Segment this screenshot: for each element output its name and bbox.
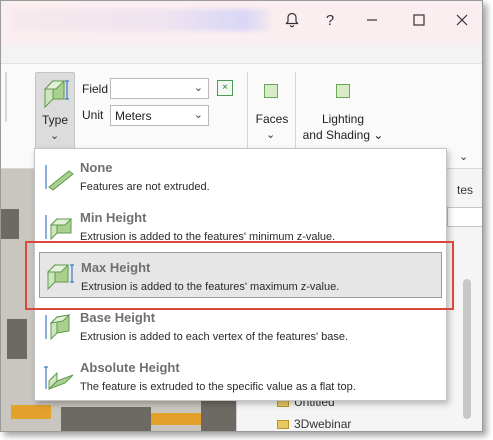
- chevron-down-icon: ⌄: [266, 129, 276, 141]
- pane-tab[interactable]: tes: [457, 183, 473, 197]
- extrusion-max-height-icon: [42, 77, 70, 114]
- unit-select[interactable]: Meters ⌄: [110, 105, 209, 126]
- menu-item-title: None: [80, 160, 113, 175]
- title-bar: ?: [1, 1, 482, 45]
- type-dropdown-button[interactable]: Type ⌄: [35, 72, 75, 150]
- menu-item-description: The feature is extruded to the specific …: [80, 381, 356, 393]
- minimize-icon[interactable]: [357, 7, 387, 33]
- extrusion-absolute-height-icon: [43, 361, 77, 393]
- maximize-icon[interactable]: [404, 7, 434, 33]
- menu-item-title: Absolute Height: [80, 360, 180, 375]
- chevron-down-icon: ⌄: [193, 109, 203, 121]
- menu-item-title: Min Height: [80, 210, 147, 225]
- lighting-and-shading-button[interactable]: Lighting and Shading ⌄: [301, 80, 385, 148]
- expression-builder-icon[interactable]: ×: [217, 80, 233, 96]
- extrusion-base-height-icon: [43, 311, 77, 343]
- highlight-box: [25, 241, 454, 310]
- help-button[interactable]: ?: [315, 7, 345, 33]
- menu-item-description: Extrusion is added to each vertex of the…: [80, 331, 349, 343]
- faces-label: Faces: [255, 112, 289, 126]
- extrusion-none-icon: [43, 161, 77, 193]
- field-select[interactable]: ⌄: [110, 78, 209, 99]
- ribbon-divider: [247, 72, 248, 152]
- close-icon[interactable]: [447, 7, 477, 33]
- pane-search[interactable]: [447, 207, 482, 227]
- unit-label: Unit: [82, 108, 104, 122]
- ribbon-divider: [5, 72, 7, 122]
- folder-icon: [277, 420, 289, 430]
- extrusion-min-height-icon: [43, 211, 77, 243]
- menu-item-title: Base Height: [80, 310, 156, 325]
- lighting-label: Lighting: [321, 112, 365, 126]
- faces-button[interactable]: Faces ⌄: [254, 80, 290, 148]
- ribbon-divider: [295, 72, 296, 152]
- menu-item-none[interactable]: None Features are not extruded.: [39, 153, 442, 199]
- app-window: ? Type ⌄ Field ⌄ × Unit Meters ⌄ Faces ⌄…: [0, 0, 483, 432]
- collapse-ribbon-icon[interactable]: ⌄: [459, 150, 468, 163]
- unit-select-value: Meters: [115, 109, 152, 123]
- bell-icon[interactable]: [277, 7, 307, 33]
- chevron-down-icon: ⌄: [50, 130, 60, 142]
- lighting-icon: [336, 84, 350, 98]
- lighting-label-line2: and Shading ⌄: [302, 128, 384, 142]
- pane-scrollbar[interactable]: [463, 279, 471, 419]
- faces-icon: [264, 84, 278, 98]
- tree-item[interactable]: 3Dwebinar: [277, 417, 351, 431]
- menu-item-absolute-height[interactable]: Absolute Height The feature is extruded …: [39, 353, 442, 399]
- menu-item-description: Features are not extruded.: [80, 181, 210, 193]
- chevron-down-icon: ⌄: [193, 82, 203, 94]
- field-label: Field: [82, 82, 109, 96]
- type-button-label: Type: [41, 113, 68, 127]
- title-area: [11, 9, 271, 31]
